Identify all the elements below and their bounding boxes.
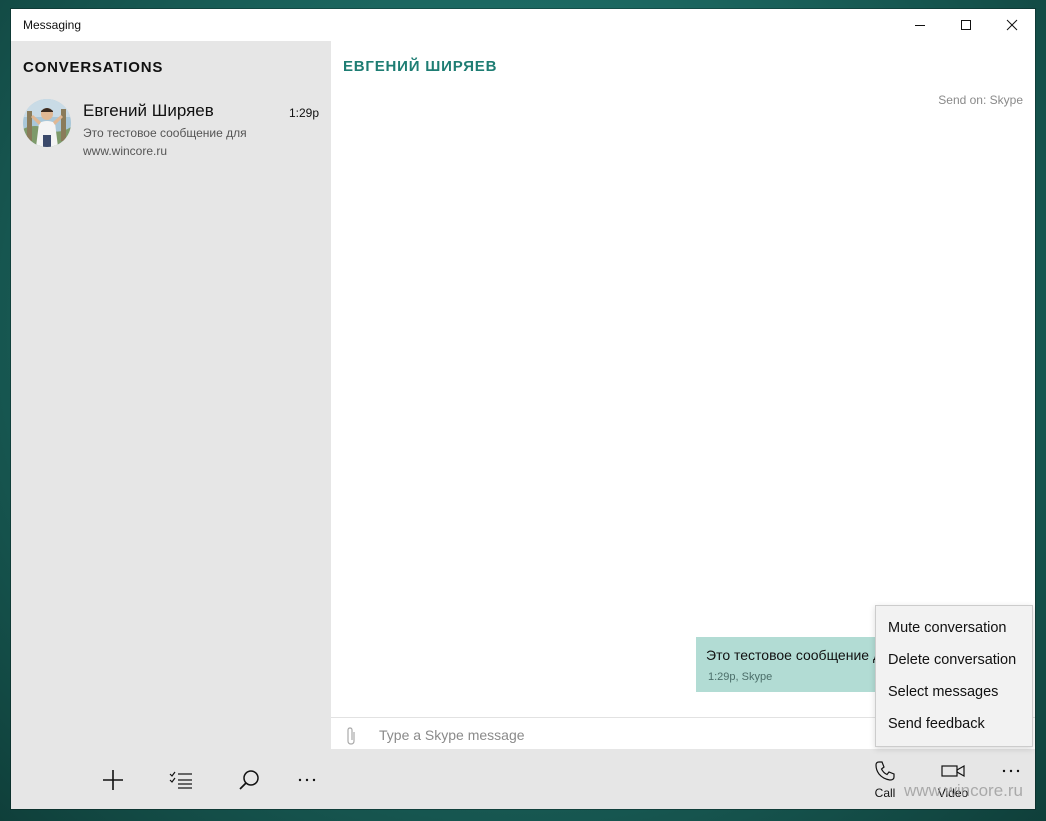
- more-options-button[interactable]: [287, 763, 327, 797]
- search-icon: [239, 770, 259, 790]
- conversation-time: 1:29p: [288, 106, 319, 120]
- message-bubble[interactable]: Это тестовое сообщение для www.wincore.r…: [696, 637, 886, 692]
- messaging-window: Messaging CONVERSATIONS Евгений Ширяев 1…: [11, 9, 1035, 809]
- paperclip-icon: [347, 727, 355, 745]
- minimize-button[interactable]: [897, 9, 943, 41]
- add-icon: [103, 770, 123, 790]
- contact-title: ЕВГЕНИЙ ШИРЯЕВ: [343, 58, 498, 75]
- more-icon: [1002, 769, 1020, 773]
- new-conversation-button[interactable]: [93, 763, 133, 797]
- menu-item-feedback[interactable]: Send feedback: [876, 712, 1032, 744]
- attach-button[interactable]: [345, 726, 357, 751]
- video-camera-icon: [941, 764, 965, 778]
- app-title: Messaging: [23, 18, 82, 32]
- close-icon: [1006, 19, 1018, 31]
- title-bar[interactable]: Messaging: [11, 9, 1035, 41]
- maximize-button[interactable]: [943, 9, 989, 41]
- conversations-heading: CONVERSATIONS: [23, 59, 164, 76]
- menu-item-select[interactable]: Select messages: [876, 680, 1032, 712]
- conversation-name: Евгений Ширяев: [83, 101, 214, 120]
- watermark: www.wincore.ru: [903, 781, 1023, 800]
- minimize-icon: [915, 25, 925, 26]
- sidebar-command-bar: [11, 749, 331, 809]
- close-button[interactable]: [989, 9, 1035, 41]
- select-conversations-button[interactable]: [161, 763, 201, 797]
- search-button[interactable]: [229, 763, 269, 797]
- phone-icon: [875, 761, 895, 781]
- conversations-sidebar: CONVERSATIONS Евгений Ширяев 1:29p Это т…: [11, 41, 331, 809]
- avatar: [23, 99, 71, 147]
- message-input[interactable]: [377, 723, 881, 747]
- select-list-icon: [169, 771, 192, 789]
- more-icon: [298, 778, 316, 782]
- menu-item-mute[interactable]: Mute conversation: [876, 616, 1032, 648]
- context-menu: Mute conversation Delete conversation Se…: [875, 605, 1033, 747]
- maximize-icon: [961, 20, 971, 30]
- conversation-preview: Это тестовое сообщение для www.wincore.r…: [83, 126, 247, 158]
- message-meta: 1:29p, Skype: [708, 671, 773, 683]
- conversation-item[interactable]: Евгений Ширяев 1:29p Это тестовое сообще…: [11, 97, 331, 163]
- menu-item-delete[interactable]: Delete conversation: [876, 648, 1032, 680]
- conversation-command-bar: Call Video www.wincore.ru: [331, 749, 1035, 809]
- message-text: Это тестовое сообщение для www.wincore.r…: [706, 647, 886, 663]
- send-on-selector[interactable]: Send on: Skype: [938, 93, 1023, 107]
